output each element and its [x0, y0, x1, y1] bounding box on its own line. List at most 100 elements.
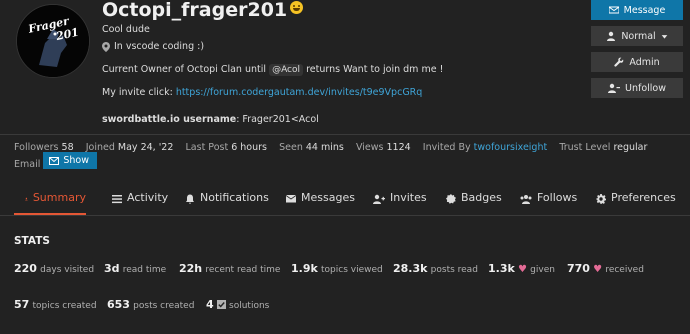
stat-label: posts read — [430, 265, 478, 275]
invite-link[interactable]: https://forum.codergautam.dev/invites/t9… — [176, 87, 423, 98]
show-email-label: Show — [63, 155, 89, 166]
tab-notifications-label: Notifications — [200, 191, 269, 204]
heart-icon: ♥ — [593, 264, 603, 275]
last-post-label: Last Post — [185, 142, 229, 153]
bio-line-1: Current Owner of Octopi Clan until @Acol… — [102, 64, 444, 76]
stat-label: posts created — [133, 301, 195, 311]
email-row: Email Show — [14, 152, 97, 170]
message-button-label: Message — [623, 4, 666, 16]
user-icon — [607, 31, 616, 41]
bars-icon — [112, 195, 122, 204]
invite-label: My invite click: — [102, 87, 173, 98]
views-label: Views — [355, 142, 384, 153]
tab-follows-label: Follows — [537, 191, 578, 204]
bio-text-post: returns Want to join dm me ! — [306, 64, 444, 75]
tabs-divider — [0, 215, 690, 216]
tab-messages[interactable]: Messages — [286, 189, 355, 215]
stat-label: recent read time — [205, 265, 281, 275]
caret-down-icon — [661, 34, 667, 39]
last-post-value: 6 hours — [231, 142, 267, 153]
profile-divider — [0, 134, 690, 135]
stat-likes-given: 1.3k ♥ given — [488, 262, 555, 275]
check-square-icon — [216, 300, 226, 309]
stat-label: topics viewed — [321, 265, 383, 275]
tab-activity-label: Activity — [127, 191, 169, 204]
stat-number: 1.3k — [488, 262, 515, 275]
avatar[interactable]: Frager 201 — [16, 4, 90, 78]
user-plus-icon — [373, 194, 385, 204]
gear-icon — [596, 194, 606, 204]
user-nav-tabs: Summary Activity Notifications Messages … — [0, 189, 690, 215]
stat-number: 653 — [107, 298, 130, 311]
trust-level-value: regular — [613, 142, 648, 153]
users-icon — [520, 195, 532, 204]
avatar-image: Frager 201 — [17, 5, 89, 77]
swordbattle-label: swordbattle.io username — [102, 114, 237, 125]
certificate-icon — [446, 194, 456, 204]
envelope-icon — [608, 6, 619, 14]
tab-messages-label: Messages — [301, 191, 355, 204]
stat-number: 770 — [567, 262, 590, 275]
user-location: In vscode coding :) — [102, 41, 204, 52]
tab-activity[interactable]: Activity — [112, 189, 168, 215]
bio-text-pre: Current Owner of Octopi Clan until — [102, 64, 267, 75]
bell-icon — [186, 194, 194, 204]
stat-label: topics created — [32, 301, 97, 311]
trust-level-label: Trust Level — [559, 142, 611, 153]
notification-level-dropdown[interactable]: Normal — [591, 26, 683, 46]
location-text: In vscode coding :) — [114, 41, 205, 52]
stat-solutions: 4 solutions — [206, 298, 269, 311]
show-email-button[interactable]: Show — [43, 152, 97, 169]
unfollow-button[interactable]: Unfollow — [591, 78, 683, 98]
stat-posts-read: 28.3k posts read — [393, 262, 478, 275]
tab-badges-label: Badges — [461, 191, 502, 204]
seen-label: Seen — [279, 142, 303, 153]
seen-value: 44 mins — [305, 142, 344, 153]
stat-label: solutions — [229, 301, 270, 311]
stat-label: given — [530, 265, 555, 275]
username: Octopi_frager201 — [102, 0, 288, 21]
grinning-emoji-icon — [290, 1, 304, 14]
views-count: 1124 — [386, 142, 411, 153]
stat-number: 1.9k — [291, 262, 318, 275]
stat-label: received — [605, 265, 644, 275]
user-title: Cool dude — [102, 24, 150, 35]
user-icon — [25, 197, 28, 201]
user-mention[interactable]: @Acol — [269, 64, 304, 76]
tab-preferences-label: Preferences — [611, 191, 676, 204]
stat-number: 57 — [14, 298, 30, 311]
message-button[interactable]: Message — [591, 0, 683, 20]
notification-level-label: Normal — [621, 30, 656, 42]
tab-summary[interactable]: Summary — [14, 189, 86, 215]
admin-button-label: Admin — [629, 56, 660, 68]
unfollow-button-label: Unfollow — [625, 82, 666, 94]
stat-topics-created: 57 topics created — [14, 298, 97, 311]
stat-number: 22h — [179, 262, 203, 275]
tab-follows[interactable]: Follows — [520, 189, 577, 215]
stats-heading: STATS — [14, 235, 50, 247]
envelope-icon — [286, 195, 296, 203]
tab-notifications[interactable]: Notifications — [185, 189, 269, 215]
tab-invites[interactable]: Invites — [373, 189, 427, 215]
stat-number: 4 — [206, 298, 214, 311]
joined-date: May 24, '22 — [117, 142, 174, 153]
stat-likes-received: 770 ♥ received — [567, 262, 644, 275]
stat-label: read time — [122, 265, 167, 275]
tab-invites-label: Invites — [390, 191, 427, 204]
tab-badges[interactable]: Badges — [446, 189, 502, 215]
invited-by-link[interactable]: twofoursixeight — [474, 142, 548, 153]
stat-posts-created: 653 posts created — [107, 298, 194, 311]
envelope-icon — [49, 156, 60, 165]
stat-number: 220 — [14, 262, 37, 275]
bio-line-3: swordbattle.io username: Frager201<Acol — [102, 114, 319, 125]
admin-button[interactable]: Admin — [591, 52, 683, 72]
tab-summary-label: Summary — [32, 191, 86, 204]
tab-preferences[interactable]: Preferences — [596, 189, 676, 215]
stat-number: 28.3k — [393, 262, 428, 275]
stat-topics-viewed: 1.9k topics viewed — [291, 262, 383, 275]
stat-days-visited: 220 days visited — [14, 262, 94, 275]
stat-number: 3d — [104, 262, 120, 275]
bio-line-2: My invite click: https://forum.codergaut… — [102, 87, 422, 98]
swordbattle-value: : Frager201<Acol — [236, 114, 319, 125]
invited-by-label: Invited By — [422, 142, 471, 153]
